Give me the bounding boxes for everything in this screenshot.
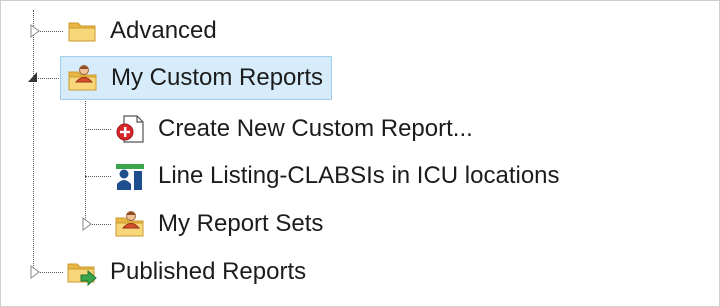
new-report-icon bbox=[114, 113, 146, 145]
tree-connector bbox=[85, 98, 86, 224]
tree-node-create-new-custom-report[interactable]: Create New Custom Report... bbox=[114, 107, 473, 151]
published-folder-icon bbox=[66, 256, 98, 288]
expand-arrow-icon[interactable] bbox=[29, 24, 41, 38]
tree-node-label: Line Listing-CLABSIs in ICU locations bbox=[158, 162, 560, 189]
expand-arrow-icon[interactable] bbox=[81, 217, 93, 231]
tree-node-label: Create New Custom Report... bbox=[158, 115, 473, 142]
expand-arrow-icon[interactable] bbox=[29, 265, 41, 279]
tree-node-my-report-sets[interactable]: My Report Sets bbox=[114, 202, 323, 246]
tree-node-label: Published Reports bbox=[110, 258, 307, 285]
report-tree: Advanced My Custom Reports Create New Cu… bbox=[0, 0, 720, 307]
tree-node-advanced[interactable]: Advanced bbox=[66, 9, 217, 53]
tree-node-label: Advanced bbox=[110, 17, 217, 44]
tree-node-published-reports[interactable]: Published Reports bbox=[66, 250, 306, 294]
tree-connector bbox=[33, 10, 34, 272]
user-folder-icon bbox=[114, 208, 146, 240]
tree-connector bbox=[85, 176, 111, 177]
tree-node-my-custom-reports[interactable]: My Custom Reports bbox=[60, 56, 333, 100]
tree-node-label: My Custom Reports bbox=[111, 64, 324, 91]
tree-node-label: My Report Sets bbox=[158, 210, 324, 237]
folder-icon bbox=[66, 15, 98, 47]
user-folder-icon bbox=[67, 62, 99, 94]
line-listing-icon bbox=[114, 160, 146, 192]
tree-connector bbox=[85, 129, 111, 130]
tree-node-line-listing-clabsis[interactable]: Line Listing-CLABSIs in ICU locations bbox=[114, 154, 560, 198]
collapse-arrow-icon[interactable] bbox=[27, 70, 39, 84]
